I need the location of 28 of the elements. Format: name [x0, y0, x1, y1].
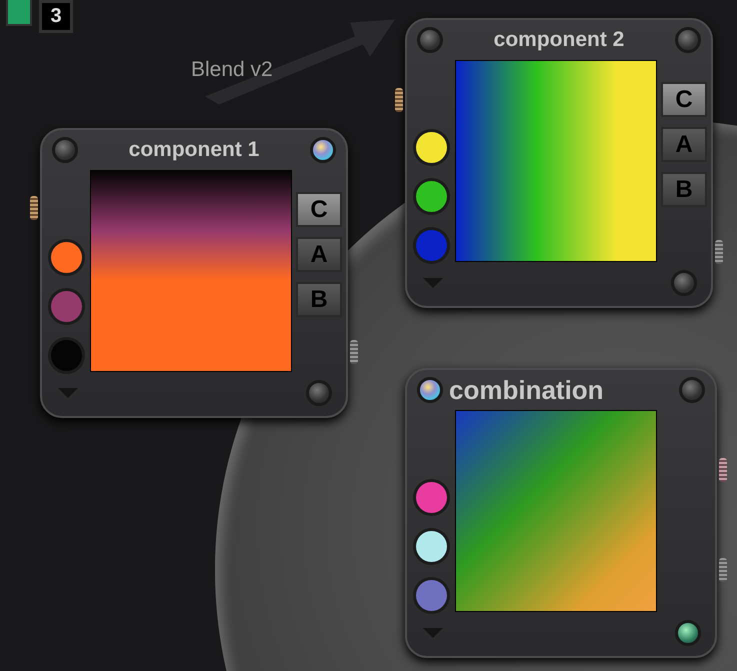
color-swatch[interactable] [416, 531, 446, 562]
tab-icon[interactable] [6, 0, 32, 26]
color-swatch[interactable] [50, 291, 82, 322]
knob-icon[interactable] [675, 620, 701, 646]
input-slot-tab[interactable]: C [661, 82, 707, 117]
connector-icon[interactable] [30, 196, 38, 220]
connector-icon[interactable] [719, 458, 727, 482]
node-title: component 2 [494, 28, 624, 52]
node-title: component 1 [128, 138, 260, 162]
connector-icon[interactable] [715, 240, 723, 264]
page-tab[interactable]: 3 [39, 0, 73, 33]
connector-icon[interactable] [395, 88, 403, 112]
node-title: combination [449, 374, 604, 406]
color-swatch[interactable] [416, 230, 446, 261]
color-swatch[interactable] [416, 132, 446, 163]
canvas-label: Blend v2 [191, 58, 273, 82]
color-swatch[interactable] [50, 340, 82, 371]
input-slot-tab[interactable]: C [296, 192, 342, 227]
node-panel[interactable]: component 1 C A B [40, 128, 348, 418]
connector-icon[interactable] [350, 340, 358, 364]
node-panel[interactable]: combination [405, 368, 717, 658]
color-swatch[interactable] [416, 482, 446, 513]
node-panel[interactable]: component 2 C A B [405, 18, 713, 308]
color-swatch[interactable] [416, 181, 446, 212]
knob-icon[interactable] [310, 137, 336, 163]
knob-icon[interactable] [417, 377, 443, 403]
color-swatch[interactable] [50, 242, 82, 273]
color-swatch[interactable] [416, 580, 446, 611]
